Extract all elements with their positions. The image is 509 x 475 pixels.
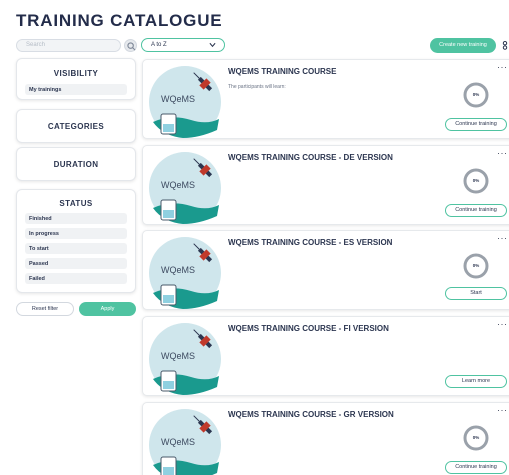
thumbnail-logo-text: WQeMS [161, 351, 196, 361]
progress-label: 0% [472, 178, 480, 183]
create-training-button[interactable]: Create new training [430, 38, 496, 53]
filter-option-in-progress[interactable]: In progress [25, 228, 127, 239]
progress-label: 0% [472, 92, 480, 97]
course-action-button[interactable]: Continue training [445, 461, 507, 474]
progress-label: 0% [472, 263, 480, 268]
thumbnail-logo-text: WQeMS [161, 437, 196, 447]
course-description: The participants will learn: [228, 84, 286, 90]
course-title[interactable]: WQEMS TRAINING COURSE [228, 67, 418, 77]
course-title[interactable]: WQEMS TRAINING COURSE - ES VERSION [228, 238, 418, 248]
filter-categories[interactable]: CATEGORIES [16, 109, 136, 143]
course-card[interactable]: WQeMS WQEMS TRAINING COURSE - FI VERSION ·… [142, 316, 509, 396]
progress-label: 0% [472, 435, 480, 440]
filter-option-passed[interactable]: Passed [25, 258, 127, 269]
course-title[interactable]: WQEMS TRAINING COURSE - FI VERSION [228, 324, 418, 334]
thumbnail-logo-text: WQeMS [161, 94, 196, 104]
filter-option-finished[interactable]: Finished [25, 213, 127, 224]
course-card[interactable]: WQeMS WQEMS TRAINING COURSE - DE VERSION ·… [142, 145, 509, 225]
sort-select[interactable]: A to Z [141, 38, 225, 52]
course-action-button[interactable]: Continue training [445, 118, 507, 131]
grid-view-icon[interactable] [501, 41, 509, 50]
more-dots-icon[interactable]: ··· [497, 148, 508, 158]
reset-filter-button[interactable]: Reset filter [16, 302, 74, 316]
search-button[interactable] [124, 39, 137, 52]
more-dots-icon[interactable]: ··· [497, 319, 508, 329]
filter-duration[interactable]: DURATION [16, 147, 136, 181]
course-action-button[interactable]: Start [445, 287, 507, 300]
filter-visibility[interactable]: VISIBILITY My trainings [16, 58, 136, 100]
filter-option-to-start[interactable]: To start [25, 243, 127, 254]
course-action-button[interactable]: Continue training [445, 204, 507, 217]
course-action-button[interactable]: Learn more [445, 375, 507, 388]
filter-option-failed[interactable]: Failed [25, 273, 127, 284]
search-icon [127, 42, 136, 51]
thumbnail-logo-text: WQeMS [161, 180, 196, 190]
more-dots-icon[interactable]: ··· [497, 233, 508, 243]
filter-status[interactable]: STATUS Finished In progress To start Pas… [16, 189, 136, 293]
filter-visibility-title: VISIBILITY [53, 69, 99, 78]
chevron-down-icon [209, 42, 216, 48]
sort-select-value: A to Z [151, 42, 167, 48]
filter-status-title: STATUS [59, 199, 93, 208]
course-title[interactable]: WQEMS TRAINING COURSE - GR VERSION [228, 410, 418, 420]
apply-filter-button[interactable]: Apply [79, 302, 136, 316]
filter-duration-title: DURATION [53, 160, 99, 169]
more-dots-icon[interactable]: ··· [497, 62, 508, 72]
course-card[interactable]: WQeMS WQEMS TRAINING COURSE - ES VERSION ·… [142, 230, 509, 310]
course-card[interactable]: WQeMS WQEMS TRAINING COURSE - GR VERSION ·… [142, 402, 509, 475]
page-title: TRAINING CATALOGUE [16, 11, 223, 30]
course-card[interactable]: WQeMS WQEMS TRAINING COURSE The participan… [142, 59, 509, 139]
search-input[interactable]: Search [16, 39, 121, 52]
filter-categories-title: CATEGORIES [47, 122, 105, 131]
thumbnail-logo-text: WQeMS [161, 265, 196, 275]
filter-option-my-trainings[interactable]: My trainings [25, 84, 127, 95]
course-title[interactable]: WQEMS TRAINING COURSE - DE VERSION [228, 153, 418, 163]
more-dots-icon[interactable]: ··· [497, 405, 508, 415]
